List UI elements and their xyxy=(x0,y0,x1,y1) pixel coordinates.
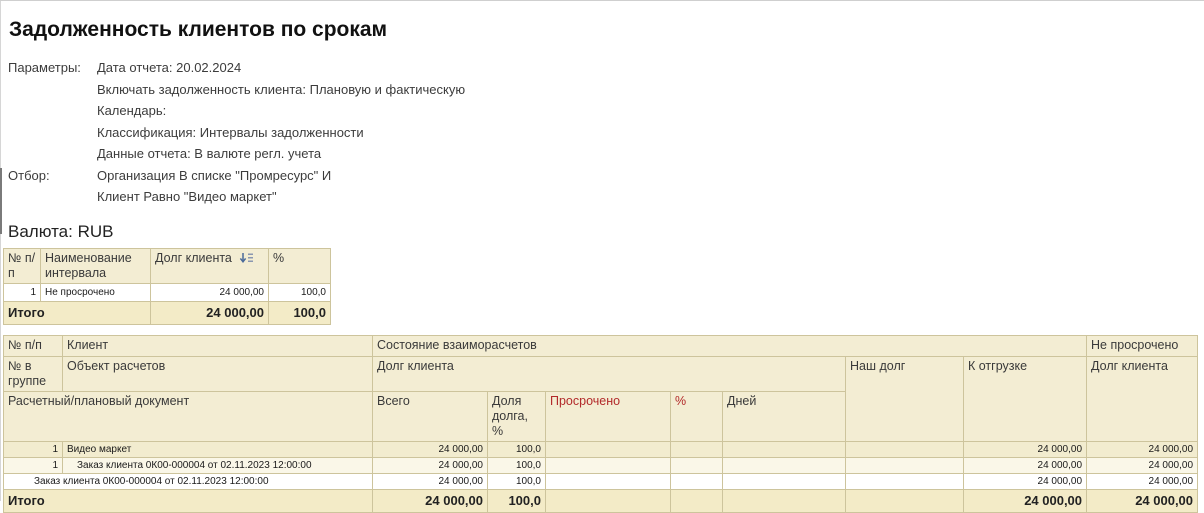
summary-col-interval: Наименование интервала xyxy=(40,247,151,284)
cell-not-overdue[interactable]: 24 000,00 xyxy=(1086,472,1199,490)
summary-cell-debt[interactable]: 24 000,00 xyxy=(150,282,269,302)
cell-overdue-percent xyxy=(670,472,723,490)
detail-total-row: Итого 24 000,00 100,0 24 000,00 24 000,0… xyxy=(3,488,1199,513)
detail-col-share: Доля долга, % xyxy=(487,390,546,442)
row-grouping-bracket[interactable] xyxy=(0,168,2,234)
cell-share: 100,0 xyxy=(487,440,546,458)
page-title: Задолженность клиентов по срокам xyxy=(9,18,388,41)
cell-overdue xyxy=(545,440,671,458)
detail-total-to-ship[interactable]: 24 000,00 xyxy=(962,488,1088,513)
cell-overdue xyxy=(545,472,671,490)
cell-order-name[interactable]: Заказ клиента 0К00-000004 от 02.11.2023 … xyxy=(62,456,373,474)
detail-total-days xyxy=(722,488,846,513)
cell-share: 100,0 xyxy=(487,472,546,490)
param-calendar: Календарь: xyxy=(97,103,167,118)
detail-header-row-1: № п/п Клиент Состояние взаиморасчетов Не… xyxy=(3,334,1199,357)
detail-total-label: Итого xyxy=(3,488,373,513)
cell-overdue-percent xyxy=(670,440,723,458)
detail-col-to-ship: К отгрузке xyxy=(962,355,1088,442)
summary-header-row: № п/п Наименование интервала Долг клиент… xyxy=(3,247,331,284)
cell-total[interactable]: 24 000,00 xyxy=(372,472,488,490)
window-left-edge xyxy=(0,1,1,501)
summary-cell-num: 1 xyxy=(3,282,41,302)
settlements-detail-table: № п/п Клиент Состояние взаиморасчетов Не… xyxy=(3,334,1199,513)
detail-total-our-debt xyxy=(845,488,964,513)
cell-not-overdue[interactable]: 24 000,00 xyxy=(1086,440,1199,458)
detail-col-overdue: Просрочено xyxy=(545,390,671,442)
summary-cell-percent: 100,0 xyxy=(268,282,331,302)
summary-col-debt-label: Долг клиента xyxy=(155,250,232,265)
detail-document-row: Заказ клиента 0К00-000004 от 02.11.2023 … xyxy=(3,472,1199,490)
parameters-values: Дата отчета: 20.02.2024 Включать задолже… xyxy=(97,57,1204,165)
cell-days xyxy=(722,456,846,474)
cell-to-ship[interactable]: 24 000,00 xyxy=(962,472,1088,490)
detail-col-num: № п/п xyxy=(3,334,63,357)
cell-total[interactable]: 24 000,00 xyxy=(372,440,488,458)
detail-col-days: Дней xyxy=(722,390,846,442)
cell-overdue-percent xyxy=(670,456,723,474)
intervals-summary-table: № п/п Наименование интервала Долг клиент… xyxy=(3,247,331,325)
detail-col-overdue-percent: % xyxy=(670,390,723,442)
summary-data-row: 1 Не просрочено 24 000,00 100,0 xyxy=(3,282,331,302)
cell-to-ship[interactable]: 24 000,00 xyxy=(962,440,1088,458)
filter-label: Отбор: xyxy=(8,167,50,183)
cell-our-debt xyxy=(845,456,964,474)
detail-col-client: Клиент xyxy=(62,334,373,357)
parameters-label: Параметры: xyxy=(8,60,81,75)
summary-cell-interval[interactable]: Не просрочено xyxy=(40,282,151,302)
cell-days xyxy=(722,472,846,490)
summary-col-num: № п/п xyxy=(3,247,41,284)
detail-total-sum[interactable]: 24 000,00 xyxy=(372,488,488,513)
cell-share: 100,0 xyxy=(487,456,546,474)
detail-col-total: Всего xyxy=(372,390,488,442)
summary-total-debt[interactable]: 24 000,00 xyxy=(150,300,269,325)
filter-client: Клиент Равно "Видео маркет" xyxy=(97,189,277,204)
cell-num: 1 xyxy=(3,456,63,474)
summary-total-percent: 100,0 xyxy=(268,300,331,325)
param-report-date: Дата отчета: 20.02.2024 xyxy=(97,60,242,75)
param-report-data: Данные отчета: В валюте регл. учета xyxy=(97,146,322,161)
detail-col-not-overdue-debt: Долг клиента xyxy=(1086,355,1199,442)
detail-total-share: 100,0 xyxy=(487,488,546,513)
detail-total-not-overdue[interactable]: 24 000,00 xyxy=(1086,488,1199,513)
summary-total-label: Итого xyxy=(3,300,151,325)
detail-col-not-overdue: Не просрочено xyxy=(1086,334,1199,357)
detail-col-client-debt: Долг клиента xyxy=(372,355,846,392)
filter-values: Организация В списке "Промресурс" И Клие… xyxy=(97,165,1204,208)
summary-total-row: Итого 24 000,00 100,0 xyxy=(3,300,331,325)
filter-organization: Организация В списке "Промресурс" И xyxy=(97,167,332,183)
sort-descending-icon xyxy=(239,253,253,264)
cell-days xyxy=(722,440,846,458)
detail-total-overdue-percent xyxy=(670,488,723,513)
report-parameters: Параметры: Дата отчета: 20.02.2024 Включ… xyxy=(8,57,1204,208)
cell-document-name[interactable]: Заказ клиента 0К00-000004 от 02.11.2023 … xyxy=(3,472,373,490)
cell-not-overdue[interactable]: 24 000,00 xyxy=(1086,456,1199,474)
detail-col-object: Объект расчетов xyxy=(62,355,373,392)
currency-group-heading[interactable]: Валюта: RUB xyxy=(8,221,1204,242)
cell-total[interactable]: 24 000,00 xyxy=(372,456,488,474)
cell-to-ship[interactable]: 24 000,00 xyxy=(962,456,1088,474)
cell-num: 1 xyxy=(3,440,63,458)
param-classification: Классификация: Интервалы задолженности xyxy=(97,124,364,140)
param-include-debt: Включать задолженность клиента: Плановую… xyxy=(97,81,466,97)
summary-col-percent: % xyxy=(268,247,331,284)
summary-col-debt-sortable[interactable]: Долг клиента xyxy=(150,247,269,284)
detail-header-row-2: № в группе Объект расчетов Долг клиента … xyxy=(3,355,1199,442)
cell-client-name[interactable]: Видео маркет xyxy=(62,440,373,458)
detail-order-group-row: 1 Заказ клиента 0К00-000004 от 02.11.202… xyxy=(3,456,1199,474)
detail-total-overdue xyxy=(545,488,671,513)
cell-our-debt xyxy=(845,440,964,458)
detail-col-document: Расчетный/плановый документ xyxy=(3,390,373,442)
detail-col-settlement-state: Состояние взаиморасчетов xyxy=(371,334,1088,357)
detail-client-row: 1 Видео маркет 24 000,00 100,0 24 000,00… xyxy=(3,440,1199,458)
detail-col-our-debt: Наш долг xyxy=(845,355,964,442)
cell-our-debt xyxy=(845,472,964,490)
cell-overdue xyxy=(545,456,671,474)
detail-col-num-in-group: № в группе xyxy=(3,355,63,392)
